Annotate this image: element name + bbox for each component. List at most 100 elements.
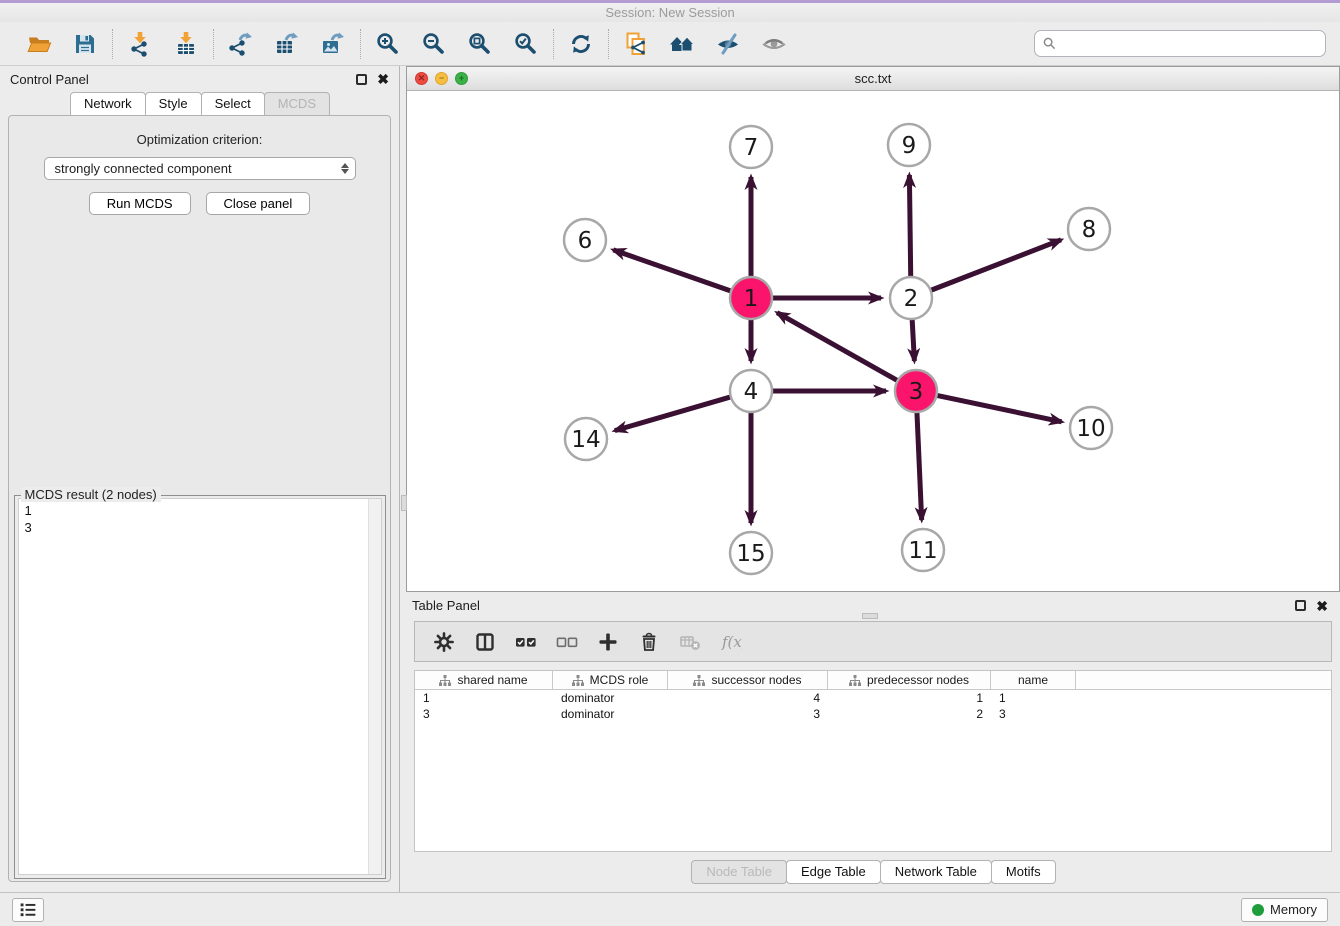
control-panel-tabs: Network Style Select MCDS	[0, 92, 399, 116]
right-area: scc.txt ✕ − + 7968124314101511 Table Pan…	[400, 66, 1340, 892]
column-header-successor-nodes[interactable]: successor nodes	[668, 671, 828, 689]
graph-node-label-9: 9	[902, 133, 917, 159]
table-row[interactable]: 3dominator323	[415, 706, 1331, 722]
graph-edge-2-3[interactable]	[912, 317, 914, 361]
table-row[interactable]: 1dominator411	[415, 690, 1331, 706]
column-header-MCDS-role[interactable]: MCDS role	[553, 671, 668, 689]
graph-node-label-7: 7	[744, 135, 759, 161]
result-scrollbar[interactable]	[368, 499, 381, 874]
graph-node-label-2: 2	[904, 286, 919, 312]
plus-icon[interactable]	[597, 631, 619, 653]
table-cell: 3	[415, 707, 553, 721]
table-cell: 1	[828, 691, 991, 705]
tab-edge-table[interactable]: Edge Table	[786, 860, 881, 884]
refresh-icon[interactable]	[568, 31, 594, 57]
zoom-selected-icon[interactable]	[513, 31, 539, 57]
graph-edge-2-8[interactable]	[929, 240, 1061, 291]
export-network-icon[interactable]	[228, 31, 254, 57]
save-session-icon[interactable]	[72, 31, 98, 57]
open-file-icon[interactable]	[26, 31, 52, 57]
float-panel-icon[interactable]	[356, 74, 367, 85]
node-table: shared name MCDS role successor nodes pr…	[414, 670, 1332, 852]
graph-node-label-6: 6	[578, 228, 593, 254]
optimization-dropdown[interactable]: strongly connected component	[44, 157, 356, 180]
table-header-row: shared name MCDS role successor nodes pr…	[415, 671, 1331, 690]
network-graph[interactable]: 7968124314101511	[407, 91, 1339, 591]
trash-icon[interactable]	[638, 631, 660, 653]
tab-network[interactable]: Network	[70, 92, 146, 116]
memory-button[interactable]: Memory	[1241, 898, 1328, 922]
column-header-name[interactable]: name	[991, 671, 1076, 689]
close-panel-button[interactable]: Close panel	[206, 192, 311, 215]
mcds-result-text[interactable]: 13	[19, 499, 368, 874]
control-panel-title: Control Panel	[10, 72, 89, 87]
table-panel-title: Table Panel	[412, 598, 480, 613]
fx-icon: f(x)	[720, 631, 742, 653]
graph-node-label-15: 15	[736, 541, 765, 567]
gear-icon[interactable]	[433, 631, 455, 653]
splitter-grip-vertical[interactable]	[401, 495, 407, 511]
tab-mcds[interactable]: MCDS	[264, 92, 330, 116]
graph-edge-4-14[interactable]	[615, 396, 733, 430]
graph-node-label-10: 10	[1076, 416, 1105, 442]
import-table-icon[interactable]	[173, 31, 199, 57]
tab-select[interactable]: Select	[201, 92, 265, 116]
table-close-icon[interactable]: ✖	[1316, 599, 1328, 613]
task-history-button[interactable]	[12, 898, 44, 922]
column-header-predecessor-nodes[interactable]: predecessor nodes	[828, 671, 991, 689]
zoom-fit-icon[interactable]	[467, 31, 493, 57]
tab-style[interactable]: Style	[145, 92, 202, 116]
graph-edge-3-10[interactable]	[935, 395, 1062, 422]
column-hierarchy-icon	[439, 675, 451, 686]
import-network-icon[interactable]	[127, 31, 153, 57]
table-cell: 2	[828, 707, 991, 721]
duplicate-network-icon[interactable]	[623, 31, 649, 57]
export-image-icon[interactable]	[320, 31, 346, 57]
table-cell: 4	[668, 691, 828, 705]
search-input[interactable]	[1062, 36, 1317, 51]
window-close-icon[interactable]: ✕	[415, 72, 428, 85]
dropdown-spinner-icon	[341, 163, 349, 174]
checked-pair-icon[interactable]	[515, 631, 537, 653]
export-table-icon[interactable]	[274, 31, 300, 57]
column-header-shared-name[interactable]: shared name	[415, 671, 553, 689]
graph-edge-3-11[interactable]	[917, 410, 922, 520]
network-canvas[interactable]: 7968124314101511	[407, 91, 1339, 591]
graph-edge-1-6[interactable]	[613, 250, 733, 292]
table-float-icon[interactable]	[1295, 600, 1306, 611]
window-minimize-icon[interactable]: −	[435, 72, 448, 85]
hide-selected-icon[interactable]	[715, 31, 741, 57]
run-mcds-button[interactable]: Run MCDS	[89, 192, 191, 215]
show-all-icon[interactable]	[761, 31, 787, 57]
graph-node-label-1: 1	[744, 286, 759, 312]
column-hierarchy-icon	[849, 675, 861, 686]
splitter-grip-horizontal[interactable]	[862, 613, 878, 619]
graph-node-label-8: 8	[1082, 217, 1097, 243]
table-cell: 1	[415, 691, 553, 705]
svg-text:f(x): f(x)	[721, 633, 742, 651]
mcds-result-line: 3	[25, 519, 362, 536]
control-panel: Control Panel ✖ Network Style Select MCD…	[0, 66, 400, 892]
graph-node-label-4: 4	[744, 379, 759, 405]
optimization-dropdown-value: strongly connected component	[55, 161, 341, 176]
tab-node-table[interactable]: Node Table	[691, 860, 787, 884]
table-cell: dominator	[553, 707, 668, 721]
zoom-out-icon[interactable]	[421, 31, 447, 57]
list-icon	[18, 901, 38, 919]
tab-motifs[interactable]: Motifs	[991, 860, 1056, 884]
zoom-in-icon[interactable]	[375, 31, 401, 57]
home-icon[interactable]	[669, 31, 695, 57]
graph-edge-3-1[interactable]	[777, 313, 899, 382]
window-maximize-icon[interactable]: +	[455, 72, 468, 85]
graph-edge-2-9[interactable]	[909, 175, 910, 279]
unchecked-pair-icon[interactable]	[556, 631, 578, 653]
app-title: Session: New Session	[605, 5, 734, 20]
graph-node-label-14: 14	[571, 427, 600, 453]
close-panel-icon[interactable]: ✖	[377, 72, 389, 86]
split-columns-icon[interactable]	[474, 631, 496, 653]
optimization-label: Optimization criterion:	[137, 132, 263, 147]
tab-network-table[interactable]: Network Table	[880, 860, 992, 884]
search-box[interactable]	[1034, 30, 1326, 57]
table-cell: 3	[668, 707, 828, 721]
status-bar: Memory	[0, 892, 1340, 926]
